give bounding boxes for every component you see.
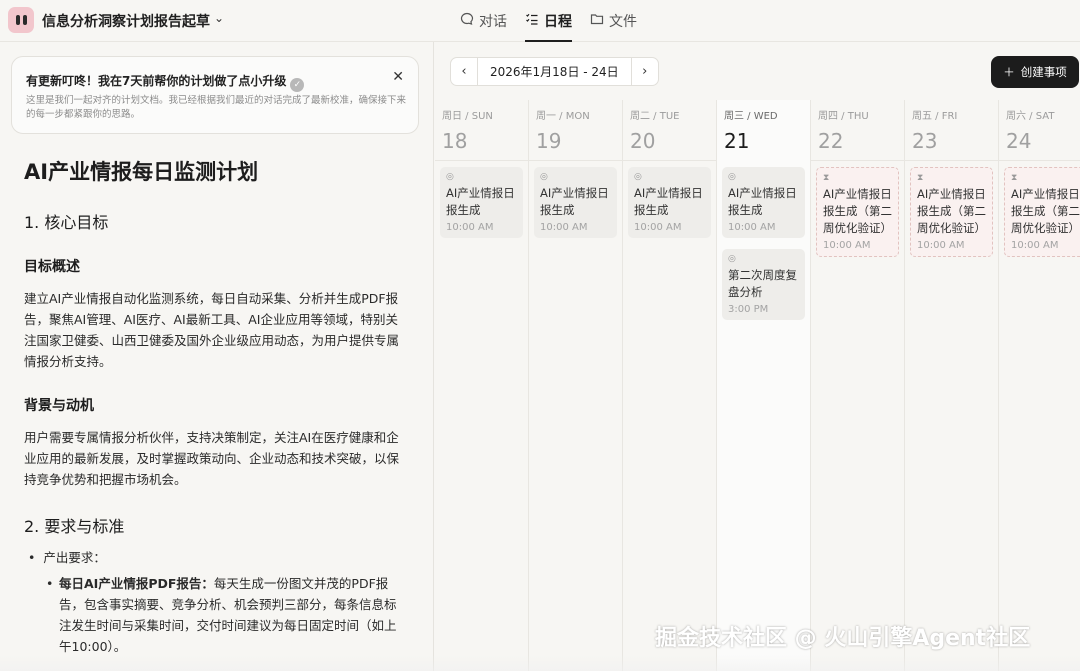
section-heading: 1. 核心目标 (24, 213, 109, 232)
event-title: AI产业情报日报生成（第二周优化验证） (917, 187, 986, 235)
day-number: 19 (536, 129, 562, 153)
tab-label: 文件 (609, 14, 637, 30)
chat-bubble-icon (460, 12, 474, 30)
hourglass-icon: ⧗ (917, 173, 924, 183)
watermark: 掘金技术社区 @ 火山引擎Agent社区 (655, 626, 1031, 651)
subsection-heading: 目标概述 (24, 259, 80, 275)
subsection-heading: 背景与动机 (24, 398, 94, 414)
day-column[interactable]: 周三 / WED 21 ◎ AI产业情报日报生成 10:00 AM ◎ 第二次周度复盘分析 3… (717, 100, 811, 671)
app-title[interactable]: 信息分析洞察计划报告起草 (42, 11, 210, 31)
tab-files[interactable]: 文件 (590, 0, 637, 42)
day-name: 周四 / THU (818, 111, 869, 122)
tab-bar: 对话 日程 文件 (460, 0, 637, 42)
hourglass-icon: ⧗ (1011, 173, 1018, 183)
chevron-down-icon[interactable]: ⌄ (214, 11, 224, 25)
tab-label: 对话 (479, 14, 507, 30)
tab-label: 日程 (544, 14, 572, 30)
top-bar: 信息分析洞察计划报告起草 ⌄ 对话 日程 文件 (0, 0, 1080, 42)
day-column[interactable]: 周一 / MON 19 ◎ AI产业情报日报生成 10:00 AM (529, 100, 623, 671)
document-panel: 有更新叮咚！我在7天前帮你的计划做了点小升级 ✓ ✕ 这里是我们一起对齐的计划文档… (0, 42, 434, 671)
event-card[interactable]: ◎ AI产业情报日报生成 10:00 AM (722, 167, 805, 238)
paragraph: 用户需要专属情报分析伙伴，支持决策制定，关注AI在医疗健康和企业应用的最新发展，… (24, 430, 400, 487)
day-column[interactable]: 周日 / SUN 18 ◎ AI产业情报日报生成 10:00 AM (435, 100, 529, 671)
event-title: AI产业情报日报生成（第二周优化验证） (823, 187, 892, 235)
event-card[interactable]: ⧗ AI产业情报日报生成（第二周优化验证） 10:00 AM (816, 167, 899, 257)
event-time: 10:00 AM (728, 222, 776, 233)
folder-icon (590, 12, 604, 30)
day-number: 20 (630, 129, 656, 153)
event-card[interactable]: ◎ AI产业情报日报生成 10:00 AM (628, 167, 711, 238)
list-item: 产出要求： (28, 547, 106, 566)
check-circle-icon: ◎ (446, 172, 454, 182)
paragraph: 建立AI产业情报自动化监测系统，每日自动采集、分析并生成PDF报告，聚焦AI管理… (24, 291, 400, 369)
event-title: AI产业情报日报生成 (634, 186, 703, 217)
day-number: 24 (1006, 129, 1032, 153)
app-logo[interactable] (8, 7, 34, 33)
event-card[interactable]: ◎ AI产业情报日报生成 10:00 AM (534, 167, 617, 238)
check-icon: ✓ (290, 78, 305, 92)
event-title: AI产业情报日报生成 (446, 186, 515, 217)
doc-title: AI产业情报每日监测计划 (24, 160, 259, 184)
date-range[interactable]: 2026年1月18日 - 24日 (477, 58, 632, 85)
event-title: AI产业情报日报生成 (540, 186, 609, 217)
tab-schedule[interactable]: 日程 (525, 0, 572, 42)
event-card[interactable]: ◎ AI产业情报日报生成 10:00 AM (440, 167, 523, 238)
close-icon[interactable]: ✕ (392, 69, 404, 85)
create-event-button[interactable]: ＋ 创建事项 (991, 56, 1079, 88)
chevron-left-icon[interactable]: ‹ (451, 58, 477, 85)
event-card[interactable]: ⧗ AI产业情报日报生成（第二周优化验证） 10:00 AM (910, 167, 993, 257)
check-circle-icon: ◎ (634, 172, 642, 182)
bottom-fade (0, 655, 1080, 671)
checklist-icon (525, 12, 539, 30)
event-time: 3:00 PM (728, 304, 769, 315)
event-card[interactable]: ⧗ AI产业情报日报生成（第二周优化验证） 10:00 AM (1004, 167, 1080, 257)
event-time: 10:00 AM (634, 222, 682, 233)
day-number: 23 (912, 129, 938, 153)
notice-title: 有更新叮咚！我在7天前帮你的计划做了点小升级 ✓ (26, 72, 305, 92)
week-grid: 周日 / SUN 18 ◎ AI产业情报日报生成 10:00 AM 周一 / MON 19 ◎… (435, 100, 1080, 671)
section-heading: 2. 要求与标准 (24, 517, 125, 536)
check-circle-icon: ◎ (540, 172, 548, 182)
day-name: 周一 / MON (536, 111, 590, 122)
event-time: 10:00 AM (1011, 240, 1059, 251)
check-circle-icon: ◎ (728, 172, 736, 182)
event-title: AI产业情报日报生成 (728, 186, 797, 217)
event-card[interactable]: ◎ 第二次周度复盘分析 3:00 PM (722, 249, 805, 320)
day-name: 周五 / FRI (912, 111, 958, 122)
day-name: 周六 / SAT (1006, 111, 1055, 122)
day-name: 周二 / TUE (630, 111, 680, 122)
tab-chat[interactable]: 对话 (460, 0, 507, 42)
calendar-panel: ‹ 2026年1月18日 - 24日 › ＋ 创建事项 周日 / SUN 18 ◎ A… (435, 42, 1080, 671)
notice-body: 这里是我们一起对齐的计划文档。我已经根据我们最近的对话完成了最新校准，确保接下来… (26, 95, 407, 120)
event-title: AI产业情报日报生成（第二周优化验证） (1011, 187, 1080, 235)
day-name: 周三 / WED (724, 111, 778, 122)
update-notice: 有更新叮咚！我在7天前帮你的计划做了点小升级 ✓ ✕ 这里是我们一起对齐的计划文档… (11, 56, 419, 134)
check-circle-icon: ◎ (728, 254, 736, 264)
chevron-right-icon[interactable]: › (632, 58, 658, 85)
event-time: 10:00 AM (446, 222, 494, 233)
day-column[interactable]: 周四 / THU 22 ⧗ AI产业情报日报生成（第二周优化验证） 10:00 AM (811, 100, 905, 671)
event-title: 第二次周度复盘分析 (728, 268, 797, 299)
event-time: 10:00 AM (917, 240, 965, 251)
event-time: 10:00 AM (540, 222, 588, 233)
event-time: 10:00 AM (823, 240, 871, 251)
day-number: 22 (818, 129, 844, 153)
day-number: 21 (724, 129, 750, 153)
date-navigator: ‹ 2026年1月18日 - 24日 › (450, 57, 659, 86)
day-column[interactable]: 周二 / TUE 20 ◎ AI产业情报日报生成 10:00 AM (623, 100, 717, 671)
day-number: 18 (442, 129, 468, 153)
day-column[interactable]: 周五 / FRI 23 ⧗ AI产业情报日报生成（第二周优化验证） 10:00 AM (905, 100, 999, 671)
list-item: • 每日AI产业情报PDF报告：每天生成一份图文并茂的PDF报告，包含事实摘要、竞… (46, 576, 397, 654)
plus-icon: ＋ (1003, 65, 1015, 79)
hourglass-icon: ⧗ (823, 173, 830, 183)
day-name: 周日 / SUN (442, 111, 493, 122)
day-column[interactable]: 周六 / SAT 24 ⧗ AI产业情报日报生成（第二周优化验证） 10:00 AM (999, 100, 1080, 671)
